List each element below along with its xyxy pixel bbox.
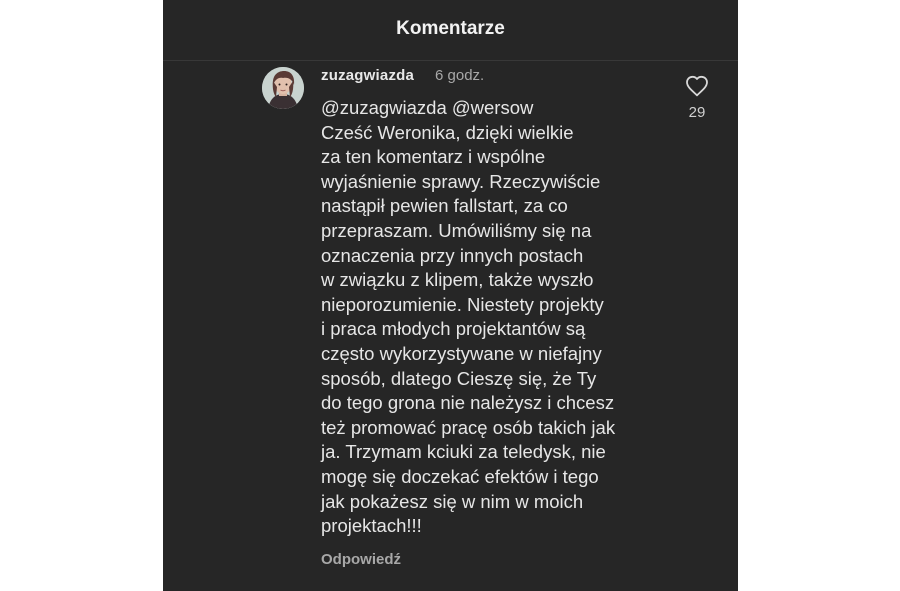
reply-button[interactable]: Odpowiedź [321,551,401,568]
comment-line: nastąpił pewien fallstart, za co [321,195,568,217]
comment-line: nieporozumienie. Niestety projekty [321,293,604,315]
comment-line: w związku z klipem, także wyszło [321,269,594,291]
comment-line: mogę się doczekać efektów i tego [321,465,599,487]
page-title: Komentarze [396,18,505,39]
comment-line: Cześć Weronika, dzięki wielkie [321,121,574,143]
comment-line: projektach!!! [321,515,422,537]
comment-line: jak pokażesz się w nim w moich [321,490,584,512]
comment-line: oznaczenia przy innych postach [321,244,584,266]
comment-text: @zuzagwiazda @wersow Cześć Weronika, dzi… [321,96,681,539]
comment-line: ja. Trzymam kciuki za teledysk, nie [321,441,606,463]
comment-line: i praca młodych projektantów są [321,318,586,340]
heart-outline-icon[interactable] [685,75,709,97]
avatar-image [262,67,304,109]
comment-line: wyjaśnienie sprawy. Rzeczywiście [321,170,601,192]
comment-line: do tego grona nie należysz i chcesz [321,392,615,414]
like-count: 29 [688,104,706,121]
comment-line: przepraszam. Umówiliśmy się na [321,219,592,241]
comment-line: sposób, dlatego Cieszę się, że Ty [321,367,597,389]
comment-line: często wykorzystywane w niefajny [321,342,602,364]
avatar[interactable] [262,67,304,109]
comment-username[interactable]: zuzagwiazda [321,67,414,84]
comments-header: Komentarze [163,0,738,61]
comments-screen: Komentarze zuzagwiazda 6 godz. @zuzagwia… [163,0,738,591]
comment-timestamp: 6 godz. [435,67,485,84]
comment-line: też promować pracę osób takich jak [321,416,616,438]
comment-line: @zuzagwiazda @wersow [321,97,534,118]
comment-line: za ten komentarz i wspólne [321,146,546,168]
